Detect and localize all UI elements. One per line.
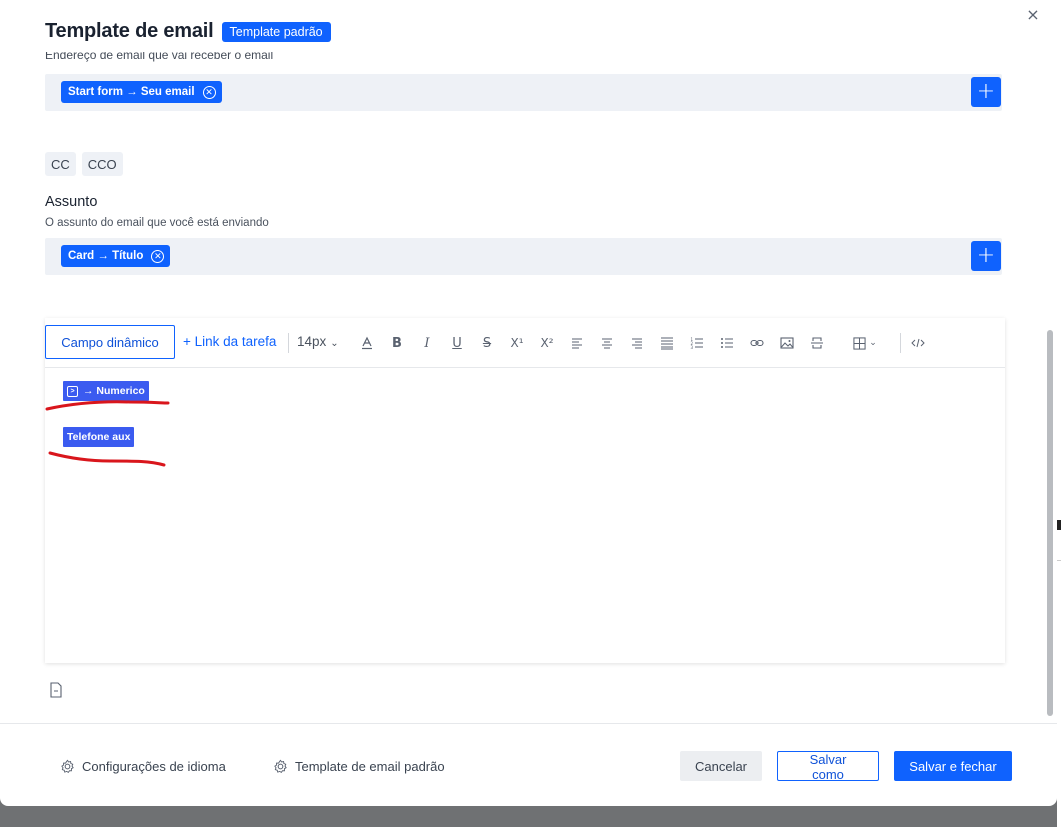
- subscript-icon[interactable]: X²: [536, 332, 558, 354]
- cc-row: CC CCO: [45, 152, 123, 176]
- add-subject-button[interactable]: +: [971, 241, 1001, 271]
- font-size-select[interactable]: 14px ⌄: [297, 334, 339, 349]
- close-button[interactable]: ×: [1024, 6, 1042, 24]
- gear-icon: [274, 759, 287, 774]
- italic-icon[interactable]: I: [416, 332, 438, 354]
- underline-icon[interactable]: U: [446, 332, 468, 354]
- svg-text:3: 3: [691, 345, 694, 350]
- cco-button[interactable]: CCO: [81, 152, 123, 176]
- dynamic-field-tag[interactable]: Telefone aux: [63, 427, 135, 447]
- dynamic-field-tag[interactable]: > → Numerico: [63, 381, 149, 401]
- save-and-close-button[interactable]: Salvar e fechar: [894, 751, 1012, 781]
- background-page: [1057, 0, 1061, 827]
- recipient-helper: Endereço de email que vai receber o emai…: [45, 52, 274, 62]
- gear-icon: [61, 759, 74, 774]
- subject-label: Assunto: [45, 194, 98, 210]
- link-tarefa-button[interactable]: + Link da tarefa: [183, 334, 276, 349]
- table-icon[interactable]: ⌄: [848, 332, 882, 354]
- default-template-button[interactable]: Template de email padrão: [273, 759, 445, 774]
- remove-chip-icon[interactable]: ✕: [151, 249, 165, 263]
- align-right-icon[interactable]: [626, 332, 648, 354]
- language-config-button[interactable]: Configurações de idioma: [60, 759, 226, 774]
- toolbar-divider: [288, 333, 289, 353]
- recipient-chip-label: Start form → Seu email: [68, 86, 195, 98]
- email-body-editor: Campo dinâmico + Link da tarefa 14px ⌄ B …: [45, 318, 1005, 663]
- editor-toolbar: Campo dinâmico + Link da tarefa 14px ⌄ B …: [45, 318, 1005, 368]
- email-template-modal: × Template de email Template padrão Ende…: [0, 0, 1057, 806]
- editor-content[interactable]: > → Numerico Telefone aux: [45, 368, 1005, 663]
- add-recipient-button[interactable]: +: [971, 77, 1001, 107]
- toolbar-divider: [900, 333, 901, 353]
- code-view-icon[interactable]: [907, 332, 929, 354]
- bullet-list-icon[interactable]: [716, 332, 738, 354]
- subject-field[interactable]: Card → Título ✕ +: [45, 238, 1002, 275]
- align-center-icon[interactable]: [596, 332, 618, 354]
- strikethrough-icon[interactable]: S: [476, 332, 498, 354]
- recipient-chip: Start form → Seu email ✕: [61, 81, 222, 103]
- superscript-icon[interactable]: X¹: [506, 332, 528, 354]
- file-icon[interactable]: [49, 682, 63, 698]
- justify-icon[interactable]: [656, 332, 678, 354]
- subject-helper: O assunto do email que você está enviand…: [45, 217, 269, 229]
- campo-dinamico-button[interactable]: Campo dinâmico: [45, 325, 175, 359]
- link-icon[interactable]: [746, 332, 768, 354]
- recipient-field[interactable]: Start form → Seu email ✕ +: [45, 74, 1002, 111]
- subject-chip: Card → Título ✕: [61, 245, 171, 267]
- cancel-button[interactable]: Cancelar: [680, 751, 762, 781]
- save-as-button[interactable]: Salvar como: [777, 751, 879, 782]
- scrollbar-thumb[interactable]: [1047, 330, 1053, 716]
- ordered-list-icon[interactable]: 123: [686, 332, 708, 354]
- template-badge: Template padrão: [221, 21, 331, 42]
- scrollbar[interactable]: [1047, 38, 1053, 718]
- bold-icon[interactable]: B: [386, 332, 408, 354]
- text-color-icon[interactable]: [356, 332, 378, 354]
- subject-chip-label: Card → Título: [68, 250, 144, 262]
- image-icon[interactable]: [776, 332, 798, 354]
- chevron-down-icon: ⌄: [869, 338, 877, 348]
- remove-chip-icon[interactable]: ✕: [202, 85, 216, 99]
- modal-title: Template de email: [45, 20, 214, 42]
- align-left-icon[interactable]: [566, 332, 588, 354]
- page-break-icon[interactable]: [806, 332, 828, 354]
- modal-header: Template de email Template padrão: [45, 20, 331, 43]
- cc-button[interactable]: CC: [45, 152, 76, 176]
- modal-footer: Configurações de idioma Template de emai…: [0, 723, 1057, 806]
- field-type-icon: >: [67, 385, 78, 397]
